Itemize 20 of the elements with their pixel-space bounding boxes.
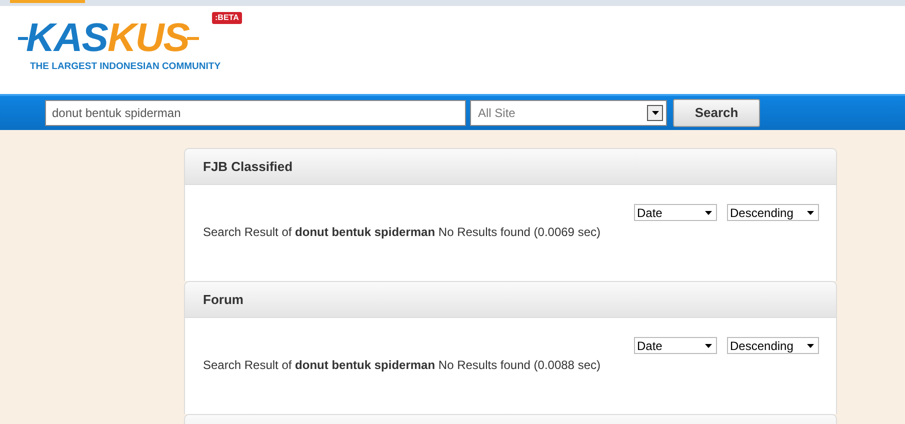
- caret-icon: [705, 210, 712, 214]
- sort-order-select[interactable]: Descending: [727, 337, 819, 354]
- logo-text: KAS: [26, 18, 108, 58]
- caret-icon: [807, 344, 814, 348]
- result-text: Search Result of donut bentuk spiderman No Results found (0.0088 sec): [203, 357, 602, 374]
- dropdown-icon: [647, 105, 663, 121]
- search-field[interactable]: donut bentuk spiderman: [45, 100, 466, 126]
- caret-icon: [705, 344, 712, 348]
- beta-badge: :BETA: [212, 12, 242, 24]
- caret-icon: [807, 210, 814, 214]
- search-button[interactable]: Search: [673, 99, 760, 127]
- section-header: Forum: [184, 281, 837, 318]
- sort-order-select[interactable]: Descending: [727, 204, 819, 221]
- scope-select[interactable]: All Site: [470, 100, 667, 126]
- logo-text: KUS: [107, 18, 189, 58]
- sort-field-select[interactable]: Date: [634, 204, 717, 221]
- result-text: Search Result of donut bentuk spiderman No Results found (0.0069 sec): [203, 224, 602, 241]
- section-header: FJB Classified: [184, 148, 837, 185]
- sort-field-select[interactable]: Date: [634, 337, 717, 354]
- tagline: THE LARGEST INDONESIAN COMMUNITY: [30, 60, 221, 74]
